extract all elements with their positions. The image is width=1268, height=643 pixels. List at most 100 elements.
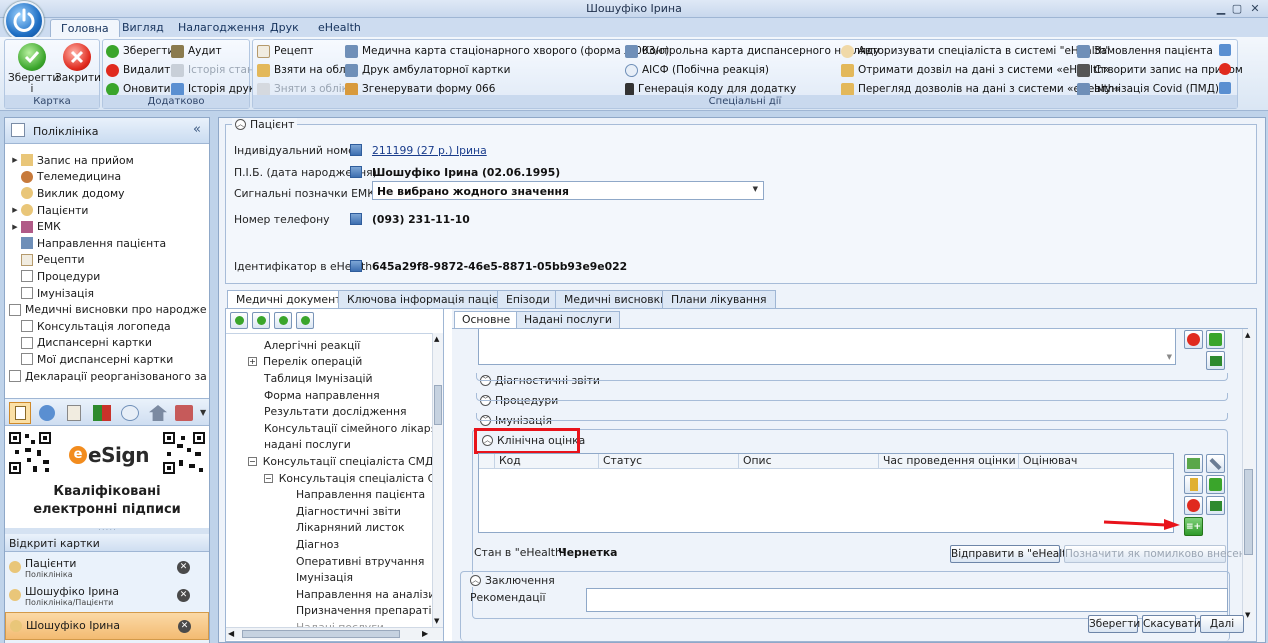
extra-blue2-icon[interactable] [1219,82,1231,94]
tab-episodes[interactable]: Епізоди [497,290,559,309]
card-icon[interactable] [350,144,362,156]
tree-item[interactable]: Оперативні втручання [226,553,432,570]
tab-treatment-plans[interactable]: Плани лікування [662,290,776,309]
tree-item-expandable[interactable]: + Перелік операцій [226,354,432,371]
scroll-down-icon[interactable]: ▼ [434,617,439,625]
col-assessor[interactable]: Оцінювач [1019,454,1173,468]
ribbon-tab-view[interactable]: Вигляд [112,19,174,38]
save-button[interactable]: Зберегти [106,43,174,59]
globe-icon[interactable] [39,405,55,421]
aisf-side-reaction-button[interactable]: АІСФ (Побічна реакція) [625,62,769,78]
open-card-item[interactable]: Шошуфіко Ірина Поліклініка/Пацієнти ✕ [5,582,209,610]
tree-item[interactable]: Алергічні реакції [226,337,432,354]
puzzle-icon[interactable] [1206,475,1225,494]
authorize-ehealth-button[interactable]: Авторизувати спеціаліста в системі "eHea… [841,43,1110,59]
tree-item[interactable]: Таблиця Імунізацій [226,370,432,387]
tree-item[interactable]: Направлення на аналізи [226,586,435,603]
state-history-button[interactable]: Історія станів [171,62,263,78]
tools-icon[interactable] [1206,454,1225,473]
collapse-icon[interactable]: − [248,456,257,466]
esign-banner[interactable]: e eSign Кваліфіковані електронні підписи [5,428,209,526]
collapse-icon[interactable]: − [264,473,273,483]
nav-item-immunization[interactable]: Імунізація [9,285,207,302]
maximize-button[interactable]: ▢ [1228,1,1246,15]
patient-order-button[interactable]: Замовлення пацієнта [1077,43,1213,59]
scroll-up-icon[interactable]: ▲ [434,335,439,343]
tree-horizontal-scrollbar[interactable]: ◀ ▶ [226,627,443,640]
nav-item-prescriptions[interactable]: Рецепти [9,252,207,269]
tree-item-expanded[interactable]: − Консультації спеціаліста СМД [226,453,433,470]
tree-item[interactable]: Діагностичні звіти [226,503,432,520]
nav-item-appointment[interactable]: ▶ Запис на прийом [9,152,207,169]
scroll-left-icon[interactable]: ◀ [228,629,234,638]
extra-red-icon[interactable] [1219,63,1231,75]
notes-icon[interactable] [67,405,81,421]
close-card-icon[interactable]: ✕ [177,561,190,574]
delete-row-icon[interactable] [1184,496,1203,515]
scroll-down-icon[interactable]: ▼ [1245,611,1250,619]
inpatient-card-button[interactable]: Медична карта стаціонарного хворого (фор… [345,43,669,59]
add-document-icon[interactable] [230,312,248,329]
signal-marks-dropdown[interactable]: Не вибрано жодного значення ▼ [372,181,764,200]
nav-item-my-dispensary-cards[interactable]: Мої диспансерні картки [9,351,207,368]
ribbon-tab-ehealth[interactable]: eHealth [308,19,371,38]
next-button[interactable]: Далі [1200,615,1244,633]
close-card-button[interactable]: Закрити [55,43,101,84]
save-document-button[interactable]: Зберегти [1088,615,1140,633]
tree-item-expanded[interactable]: −Консультація спеціаліста СМД від [226,470,443,487]
prescription-button[interactable]: Рецепт [257,43,313,59]
close-card-icon[interactable]: ✕ [178,620,191,633]
tree-item[interactable]: Форма направлення [226,387,432,404]
tree-item[interactable]: Призначення препаратів [226,603,438,620]
blocks-icon[interactable] [93,405,111,421]
card-icon[interactable] [350,213,362,225]
col-code[interactable]: Код [495,454,599,468]
nav-item-birth-reports[interactable]: Медичні висновки про народженн [9,301,207,318]
nav-item-referral[interactable]: Направлення пацієнта [9,235,207,252]
tree-item[interactable]: надані послуги [226,437,432,454]
subtab-main[interactable]: Основне [454,311,519,329]
card-icon[interactable] [350,260,362,272]
nav-item-telemedicine[interactable]: Телемедицина [9,169,207,186]
patient-section-header[interactable]: ︿ Пацієнт [232,118,298,131]
flag-icon[interactable] [1206,351,1225,370]
nav-item-declarations[interactable]: Декларації реорганізованого закл [9,368,207,385]
add-assessment-icon[interactable]: ≡+ [1184,517,1203,536]
add-row-icon[interactable] [1184,454,1203,473]
tree-item[interactable]: Результати дослідження [226,403,432,420]
close-card-icon[interactable]: ✕ [177,589,190,602]
audit-button[interactable]: Аудит [171,43,222,59]
expand-icon[interactable]: + [248,357,257,367]
scroll-down-icon[interactable]: ▼ [1167,353,1172,361]
section-conclusion[interactable]: ︿ Заключення [468,574,557,587]
detail-vertical-scrollbar[interactable]: ▲ ▼ [1242,329,1254,621]
recommendations-input[interactable] [586,588,1228,612]
mark-error-button[interactable]: Позначити як помилково внесена [1064,545,1252,563]
card-icon[interactable] [350,166,362,178]
ribbon-tab-print[interactable]: Друк [260,19,309,38]
nav-item-dispensary-cards[interactable]: Диспансерні картки [9,335,207,352]
previous-section-textbox[interactable]: ▼ [478,329,1176,365]
delete-button[interactable]: Видалити [106,62,177,78]
clipboard-icon[interactable] [9,402,31,424]
monitor-icon[interactable] [121,405,139,421]
detail-scroll-thumb[interactable] [1244,469,1253,555]
add-child-icon[interactable] [296,312,314,329]
import-icon[interactable] [274,312,292,329]
send-ehealth-button[interactable]: Відправити в "eHealth" [950,545,1078,563]
app-menu-orb-icon[interactable] [4,1,44,41]
create-appointment-button[interactable]: Створити запис на прийом [1077,62,1243,78]
nav-item-home-call[interactable]: Виклик додому [9,185,207,202]
col-description[interactable]: Опис [739,454,879,468]
delete-row-icon[interactable] [1184,330,1203,349]
take-on-record-button[interactable]: Взяти на облік [257,62,355,78]
cancel-button[interactable]: Скасувати [1142,615,1201,633]
edit-row-icon[interactable] [1184,475,1203,494]
open-card-item[interactable]: Пацієнти Поліклініка ✕ [5,554,209,582]
col-assessment-time[interactable]: Час проведення оцінки [879,454,1019,468]
tree-item[interactable]: Діагноз [226,536,432,553]
nav-item-emk[interactable]: ▶ ЕМК [9,218,207,235]
get-permission-ehealth-button[interactable]: Отримати дозвіл на дані з системи «eHeal… [841,62,1110,78]
puzzle-icon[interactable] [1206,330,1225,349]
ribbon-tab-home[interactable]: Головна [50,19,120,38]
